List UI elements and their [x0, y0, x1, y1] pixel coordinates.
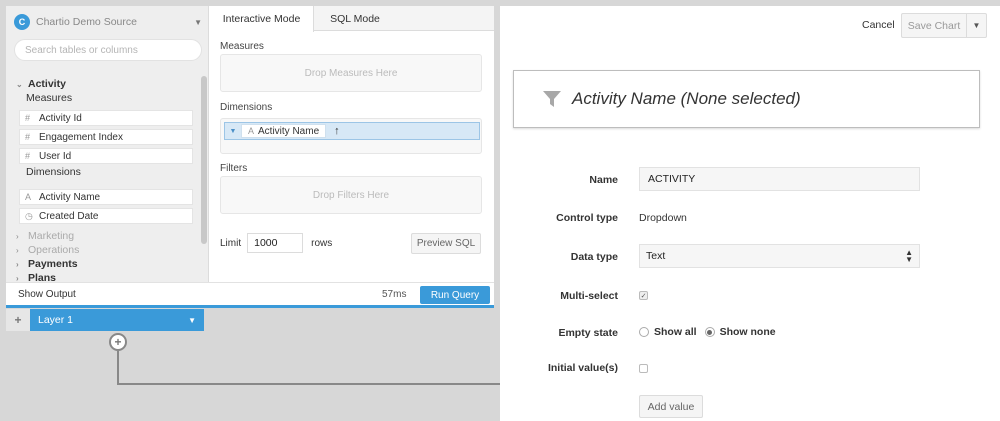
layer-bar: + Layer 1 ▼ [6, 309, 204, 331]
table-payments[interactable]: › Payments [16, 258, 78, 270]
clock-icon: ◷ [25, 210, 33, 221]
data-type-value: Text [646, 250, 666, 262]
run-query-button[interactable]: Run Query [420, 286, 490, 304]
control-preview-title: Activity Name (None selected) [572, 89, 801, 108]
measures-heading: Measures [26, 92, 73, 104]
add-value-button[interactable]: Add value [639, 395, 703, 418]
pipeline-connector [117, 383, 500, 385]
data-type-select[interactable]: Text ▲ ▼ [639, 244, 920, 268]
schema-scrollbar[interactable] [201, 76, 207, 244]
initial-values-label: Initial value(s) [547, 362, 618, 374]
chevron-down-icon: ▼ [194, 17, 202, 27]
chevron-down-icon: ⌄ [16, 79, 23, 89]
data-source-name: Chartio Demo Source [36, 16, 137, 28]
layer-select[interactable]: Layer 1 ▼ [30, 309, 204, 331]
checkmark-icon: ✓ [640, 292, 647, 300]
radio-checked-icon[interactable] [704, 327, 715, 337]
table-activity[interactable]: ⌄ Activity [16, 78, 66, 90]
empty-state-options: Show all Show none [639, 326, 784, 338]
numeric-icon: # [25, 151, 31, 161]
table-marketing[interactable]: › Marketing [16, 230, 74, 242]
measures-label: Measures [220, 41, 264, 52]
rows-label: rows [311, 237, 333, 249]
limit-input[interactable] [247, 233, 304, 253]
query-builder: C Chartio Demo Source ▼ ⌄ Activity Measu… [6, 6, 494, 308]
limit-row: Limit rows [220, 233, 332, 253]
chevron-down-icon[interactable]: ▼ [966, 14, 986, 37]
control-preview[interactable]: Activity Name (None selected) [513, 70, 980, 128]
table-operations[interactable]: › Operations [16, 244, 79, 256]
add-step-icon[interactable]: + [109, 333, 127, 351]
preview-sql-button[interactable]: Preview SQL [411, 233, 481, 254]
numeric-icon: # [25, 132, 31, 142]
data-type-label: Data type [570, 251, 618, 263]
cancel-button[interactable]: Cancel [862, 19, 895, 31]
field-activity-name[interactable]: A Activity Name [19, 189, 193, 205]
chevron-down-icon[interactable]: ▼ [225, 128, 241, 135]
schema-search-input[interactable] [14, 39, 202, 61]
field-engagement-index[interactable]: # Engagement Index [19, 129, 193, 145]
empty-state-label: Empty state [558, 327, 618, 339]
pipeline-connector [117, 351, 119, 385]
dimension-pill[interactable]: ▼ A Activity Name ↑ [224, 122, 480, 140]
dimensions-label: Dimensions [220, 102, 273, 113]
text-type-icon: A [25, 192, 32, 202]
filter-funnel-icon [543, 91, 561, 107]
add-layer-button[interactable]: + [6, 309, 30, 331]
initial-values-checkbox[interactable] [639, 364, 648, 373]
sort-ascending-icon[interactable]: ↑ [334, 125, 340, 137]
chevron-down-icon: ▼ [188, 315, 196, 325]
query-runtime: 57ms [382, 288, 407, 300]
text-type-icon: A [248, 126, 255, 136]
limit-label: Limit [220, 237, 242, 249]
multi-select-checkbox[interactable]: ✓ [639, 291, 648, 300]
numeric-icon: # [25, 113, 31, 123]
control-editor: Cancel Save Chart ▼ Activity Name (None … [500, 6, 1000, 421]
layer-name: Layer 1 [38, 314, 74, 326]
field-user-id[interactable]: # User Id [19, 148, 193, 164]
empty-state-show-none[interactable]: Show none [704, 326, 776, 338]
data-source-select[interactable]: C Chartio Demo Source ▼ [14, 10, 206, 34]
chevron-right-icon: › [16, 245, 19, 255]
output-bar: Show Output 57ms Run Query [6, 282, 494, 308]
dimensions-heading: Dimensions [26, 166, 81, 178]
field-activity-id[interactable]: # Activity Id [19, 110, 193, 126]
show-output-toggle[interactable]: Show Output [18, 289, 76, 300]
radio-unchecked-icon[interactable] [639, 327, 649, 337]
save-chart-button[interactable]: Save Chart [902, 14, 966, 37]
dimensions-drop-zone[interactable]: ▼ A Activity Name ↑ [220, 118, 482, 154]
save-chart-group: Save Chart ▼ [901, 13, 987, 38]
filters-drop-zone[interactable]: Drop Filters Here [220, 176, 482, 214]
empty-state-show-all[interactable]: Show all [639, 326, 697, 338]
multi-select-label: Multi-select [560, 290, 618, 302]
chevron-right-icon: › [16, 231, 19, 241]
mode-tabs: Interactive Mode SQL Mode [210, 6, 494, 32]
filters-label: Filters [220, 163, 248, 174]
field-created-date[interactable]: ◷ Created Date [19, 208, 193, 224]
control-type-value: Dropdown [639, 212, 687, 224]
chartio-logo-icon: C [14, 14, 30, 30]
control-type-label: Control type [556, 212, 618, 224]
schema-panel: C Chartio Demo Source ▼ ⌄ Activity Measu… [6, 6, 209, 284]
select-arrows-icon: ▲ ▼ [905, 248, 913, 264]
dimension-pill-label: Activity Name [258, 125, 320, 137]
tab-sql-mode[interactable]: SQL Mode [314, 6, 396, 31]
measures-drop-zone[interactable]: Drop Measures Here [220, 54, 482, 92]
name-label: Name [589, 174, 618, 186]
name-input[interactable] [639, 167, 920, 191]
tab-interactive-mode[interactable]: Interactive Mode [210, 6, 314, 32]
chevron-right-icon: › [16, 259, 19, 269]
